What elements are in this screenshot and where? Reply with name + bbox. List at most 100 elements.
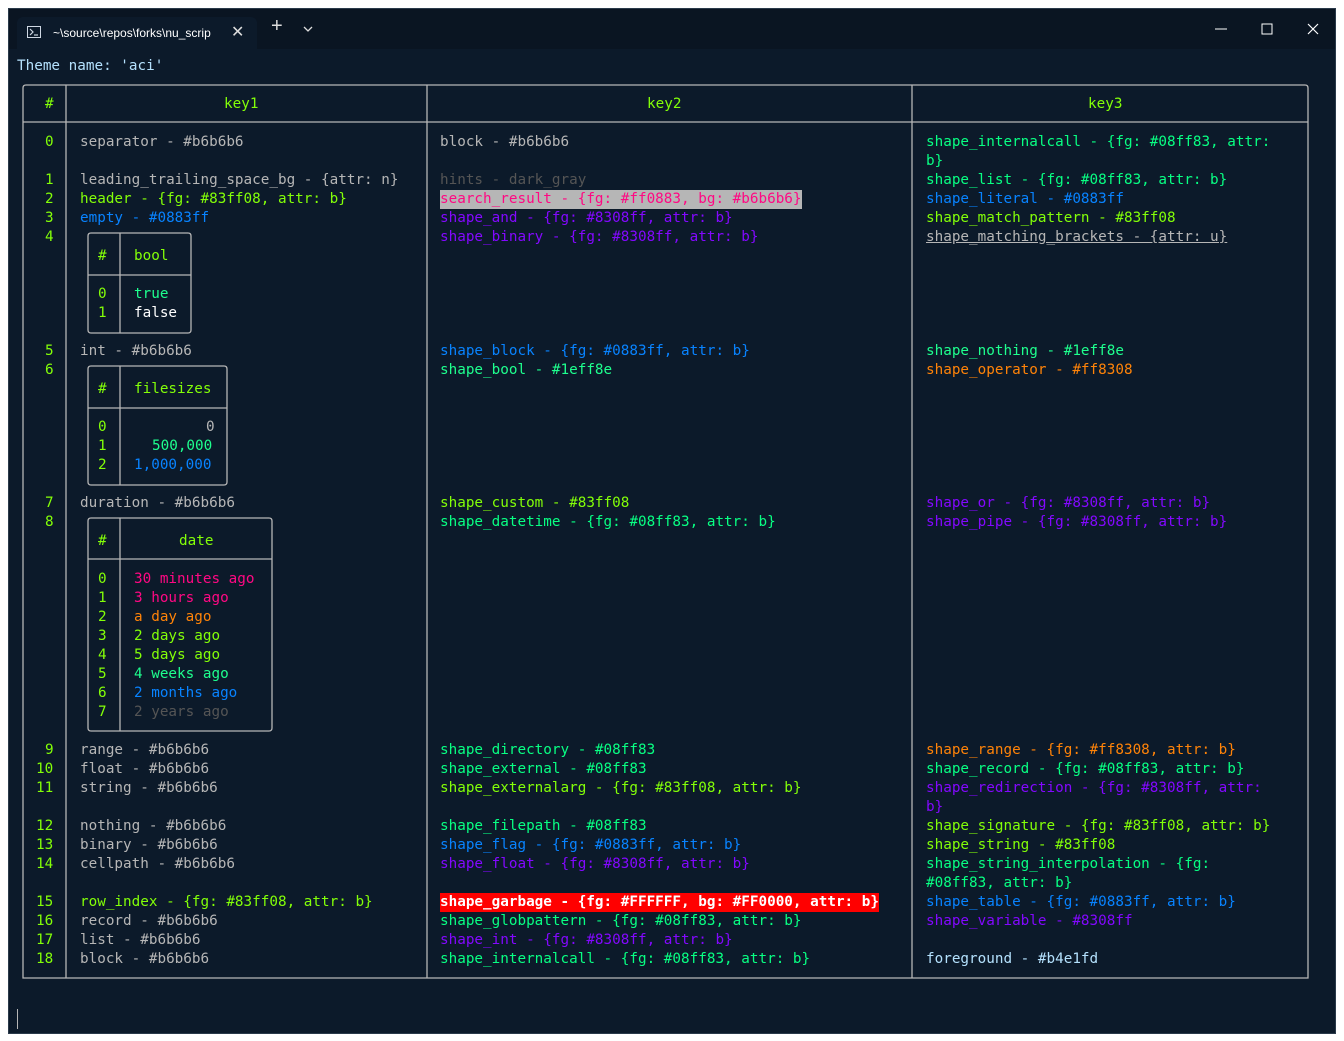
key2-cell: shape_filepath - #08ff83 bbox=[440, 818, 647, 834]
key3-cell: shape_list - {fg: #08ff83, attr: b} bbox=[926, 172, 1228, 188]
row-index: 1 bbox=[45, 172, 54, 188]
bool-header-index: # bbox=[98, 248, 107, 264]
key1-cell: string - #b6b6b6 bbox=[80, 780, 218, 796]
key2-cell: shape_internalcall - {fg: #08ff83, attr:… bbox=[440, 951, 811, 967]
row-index: 9 bbox=[45, 742, 54, 758]
maximize-icon[interactable] bbox=[1257, 19, 1277, 39]
row-index: 0 bbox=[45, 134, 54, 150]
filesizes-row-index: 2 bbox=[98, 457, 107, 473]
filesizes-row-index: 1 bbox=[98, 438, 107, 454]
row-index: 11 bbox=[36, 780, 54, 796]
date-value: 2 months ago bbox=[134, 685, 238, 701]
date-value: 4 weeks ago bbox=[134, 666, 229, 682]
date-value: 30 minutes ago bbox=[134, 571, 255, 587]
key2-cell: shape_externalarg - {fg: #83ff08, attr: … bbox=[440, 780, 802, 796]
key3-cell: shape_matching_brackets - {attr: u} bbox=[926, 229, 1228, 245]
key3-cell: shape_or - {fg: #8308ff, attr: b} bbox=[926, 495, 1211, 511]
tab-title: ~\source\repos\forks\nu_scrip bbox=[53, 26, 211, 40]
key1-cell: int - #b6b6b6 bbox=[80, 343, 192, 359]
key1-cell: binary - #b6b6b6 bbox=[80, 837, 218, 853]
date-value: 2 years ago bbox=[134, 704, 229, 720]
bool-header: bool bbox=[134, 248, 169, 264]
header-key1: key1 bbox=[224, 96, 259, 112]
key2-cell: shape_binary - {fg: #8308ff, attr: b} bbox=[440, 229, 759, 245]
row-index: 17 bbox=[36, 932, 54, 948]
row-index: 16 bbox=[36, 913, 54, 929]
key3-cell: shape_match_pattern - #83ff08 bbox=[926, 210, 1176, 226]
chevron-down-icon[interactable] bbox=[303, 26, 313, 33]
key2-cell: hints - dark_gray bbox=[440, 172, 587, 188]
title-bar: ~\source\repos\forks\nu_scrip ✕ + bbox=[9, 9, 1335, 49]
filesizes-header-index: # bbox=[98, 381, 107, 397]
powershell-icon bbox=[27, 26, 41, 38]
key2-cell: shape_flag - {fg: #0883ff, attr: b} bbox=[440, 837, 742, 853]
key3-cell: shape_range - {fg: #ff8308, attr: b} bbox=[926, 742, 1236, 758]
date-row-index: 7 bbox=[98, 704, 107, 720]
row-index: 2 bbox=[45, 191, 54, 207]
key3-cell: shape_string_interpolation - {fg: bbox=[926, 856, 1211, 872]
key3-cell: foreground - #b4e1fd bbox=[926, 951, 1099, 967]
key1-cell: empty - #0883ff bbox=[80, 210, 210, 226]
filesize-value: 0 bbox=[206, 419, 215, 435]
key2-cell: shape_directory - #08ff83 bbox=[440, 742, 656, 758]
plus-icon[interactable]: + bbox=[271, 15, 283, 38]
key2-cell: shape_block - {fg: #0883ff, attr: b} bbox=[440, 343, 750, 359]
minimize-icon[interactable] bbox=[1211, 19, 1231, 39]
key3-cell: shape_nothing - #1eff8e bbox=[926, 343, 1124, 359]
key3-cell-wrap: #08ff83, attr: b} bbox=[926, 875, 1073, 891]
date-row-index: 2 bbox=[98, 609, 107, 625]
row-index: 13 bbox=[36, 837, 54, 853]
close-window-icon[interactable] bbox=[1303, 19, 1323, 39]
row-index: 14 bbox=[36, 856, 54, 872]
filesizes-row-index: 0 bbox=[98, 419, 107, 435]
date-value: 3 hours ago bbox=[134, 590, 229, 606]
key2-cell: shape_garbage - {fg: #FFFFFF, bg: #FF000… bbox=[440, 893, 879, 912]
date-row-index: 4 bbox=[98, 647, 107, 663]
key3-cell: shape_internalcall - {fg: #08ff83, attr: bbox=[926, 134, 1271, 150]
key3-cell: shape_redirection - {fg: #8308ff, attr: bbox=[926, 780, 1262, 796]
key1-cell: separator - #b6b6b6 bbox=[80, 134, 244, 150]
key1-cell: leading_trailing_space_bg - {attr: n} bbox=[80, 172, 399, 188]
key3-cell: shape_record - {fg: #08ff83, attr: b} bbox=[926, 761, 1245, 777]
header-key2: key2 bbox=[647, 96, 682, 112]
key3-cell: shape_table - {fg: #0883ff, attr: b} bbox=[926, 894, 1236, 910]
row-index: 4 bbox=[45, 229, 54, 245]
date-row-index: 1 bbox=[98, 590, 107, 606]
row-index: 5 bbox=[45, 343, 54, 359]
key1-cell: float - #b6b6b6 bbox=[80, 761, 210, 777]
key1-cell: block - #b6b6b6 bbox=[80, 951, 210, 967]
bool-value: false bbox=[134, 305, 178, 321]
key1-cell: cellpath - #b6b6b6 bbox=[80, 856, 235, 872]
key2-cell: shape_custom - #83ff08 bbox=[440, 495, 630, 511]
text-cursor bbox=[17, 1009, 18, 1029]
date-value: a day ago bbox=[134, 609, 212, 625]
key2-cell: shape_external - #08ff83 bbox=[440, 761, 647, 777]
key2-cell: shape_int - {fg: #8308ff, attr: b} bbox=[440, 932, 733, 948]
filesize-value: 500,000 bbox=[152, 438, 213, 454]
row-index: 18 bbox=[36, 951, 54, 967]
bool-row-index: 1 bbox=[98, 305, 107, 321]
terminal-output[interactable]: Theme name: 'aci' # key1 key2 key3 0 1 2… bbox=[9, 49, 1335, 1033]
key1-cell: duration - #b6b6b6 bbox=[80, 495, 235, 511]
date-value: 2 days ago bbox=[134, 628, 221, 644]
key3-cell: shape_literal - #0883ff bbox=[926, 191, 1124, 207]
key1-cell: header - {fg: #83ff08, attr: b} bbox=[80, 191, 347, 207]
key2-cell: shape_datetime - {fg: #08ff83, attr: b} bbox=[440, 514, 776, 530]
terminal-window: ~\source\repos\forks\nu_scrip ✕ + Theme … bbox=[8, 8, 1336, 1034]
key3-cell-wrap: b} bbox=[926, 799, 944, 815]
key1-cell: range - #b6b6b6 bbox=[80, 742, 210, 758]
key1-cell: nothing - #b6b6b6 bbox=[80, 818, 227, 834]
header-index: # bbox=[45, 96, 54, 112]
key3-cell: shape_signature - {fg: #83ff08, attr: b} bbox=[926, 818, 1271, 834]
terminal-tab[interactable]: ~\source\repos\forks\nu_scrip ✕ bbox=[17, 17, 257, 49]
date-value: 5 days ago bbox=[134, 647, 221, 663]
date-header: date bbox=[179, 533, 214, 549]
close-icon[interactable]: ✕ bbox=[231, 22, 244, 42]
key2-cell: shape_bool - #1eff8e bbox=[440, 362, 613, 378]
key1-cell: list - #b6b6b6 bbox=[80, 932, 201, 948]
key1-cell: row_index - {fg: #83ff08, attr: b} bbox=[80, 894, 373, 910]
date-row-index: 3 bbox=[98, 628, 107, 644]
key3-cell: shape_variable - #8308ff bbox=[926, 913, 1133, 929]
row-index: 15 bbox=[36, 894, 54, 910]
key2-cell: shape_float - {fg: #8308ff, attr: b} bbox=[440, 856, 750, 872]
